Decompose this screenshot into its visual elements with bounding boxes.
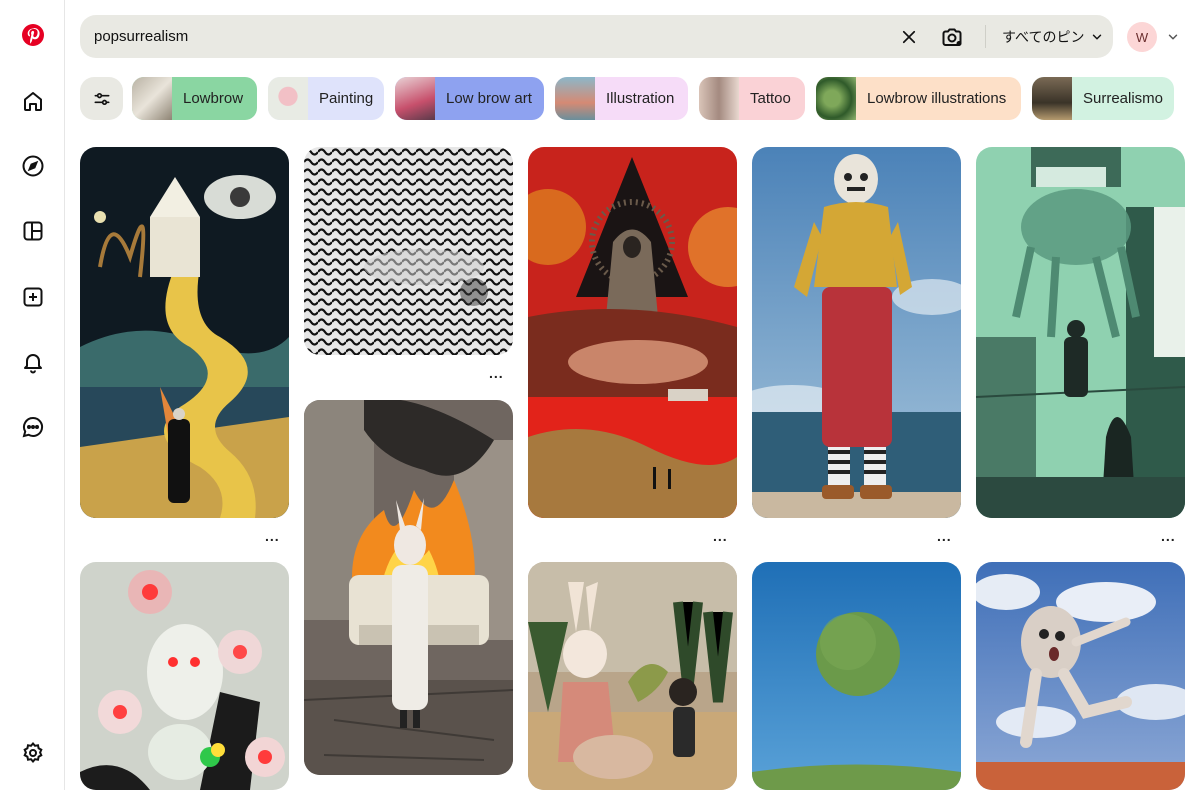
pin-image bbox=[528, 147, 737, 518]
sidebar bbox=[0, 0, 65, 790]
pin-card[interactable] bbox=[304, 147, 513, 355]
pin-filter-label: すべてのピン bbox=[1002, 28, 1085, 45]
camera-search-icon[interactable] bbox=[937, 22, 967, 52]
chip-illustration[interactable]: Illustration bbox=[555, 77, 688, 120]
create-icon[interactable] bbox=[16, 280, 50, 314]
pin-image bbox=[976, 562, 1185, 790]
settings-icon[interactable] bbox=[16, 736, 50, 770]
chevron-down-icon bbox=[1093, 34, 1102, 39]
pin-more-button[interactable]: ... bbox=[713, 528, 728, 544]
pin-more-button[interactable]: ... bbox=[265, 528, 280, 544]
chip-thumbnail bbox=[699, 77, 739, 120]
pin-card[interactable] bbox=[976, 147, 1185, 518]
filter-sliders-icon[interactable] bbox=[80, 77, 123, 120]
pin-card[interactable] bbox=[752, 562, 961, 790]
pin-image bbox=[80, 147, 289, 518]
chip-label: Lowbrow bbox=[183, 90, 244, 107]
messages-icon[interactable] bbox=[16, 410, 50, 444]
chip-thumbnail bbox=[816, 77, 856, 120]
pin-more-button[interactable]: ... bbox=[937, 528, 952, 544]
search-divider bbox=[985, 25, 986, 48]
pin-image bbox=[752, 562, 961, 790]
pin-image bbox=[80, 562, 289, 790]
pin-image bbox=[976, 147, 1185, 518]
chevron-down-icon[interactable] bbox=[1166, 30, 1180, 44]
chip-thumbnail bbox=[555, 77, 595, 120]
chip-label: Illustration bbox=[606, 90, 675, 107]
chip-thumbnail bbox=[1032, 77, 1072, 120]
chip-tattoo[interactable]: Tattoo bbox=[699, 77, 805, 120]
chip-lowbrow-illustrations[interactable]: Lowbrow illustrations bbox=[816, 77, 1021, 120]
chip-label: Surrealismo bbox=[1083, 90, 1164, 107]
pin-image bbox=[528, 562, 737, 790]
pin-image bbox=[304, 147, 513, 355]
chip-label: Lowbrow illustrations bbox=[867, 90, 1007, 107]
pinterest-logo-icon[interactable] bbox=[16, 18, 50, 52]
home-icon[interactable] bbox=[16, 84, 50, 118]
close-icon[interactable] bbox=[896, 24, 922, 50]
chip-low-brow-art[interactable]: Low brow art bbox=[395, 77, 544, 120]
pin-card[interactable] bbox=[528, 147, 737, 518]
pin-image bbox=[304, 400, 513, 775]
chip-label: Low brow art bbox=[446, 90, 532, 107]
bell-icon[interactable] bbox=[16, 345, 50, 379]
pin-image bbox=[752, 147, 961, 518]
pin-card[interactable] bbox=[304, 400, 513, 775]
avatar-initial: W bbox=[1135, 29, 1149, 45]
chip-surrealismo[interactable]: Surrealismo bbox=[1032, 77, 1174, 120]
compass-icon[interactable] bbox=[16, 149, 50, 183]
search-bar: すべてのピン bbox=[80, 15, 1113, 58]
pin-more-button[interactable]: ... bbox=[489, 365, 504, 381]
pin-filter-dropdown[interactable]: すべてのピン bbox=[1002, 15, 1104, 58]
chip-label: Painting bbox=[319, 90, 374, 107]
chip-label: Tattoo bbox=[750, 90, 791, 107]
pin-card[interactable] bbox=[80, 562, 289, 790]
chip-painting[interactable]: Painting bbox=[268, 77, 384, 120]
pin-card[interactable] bbox=[80, 147, 289, 518]
chip-thumbnail bbox=[395, 77, 435, 120]
pin-card[interactable] bbox=[528, 562, 737, 790]
boards-icon[interactable] bbox=[16, 214, 50, 248]
chip-thumbnail bbox=[268, 77, 308, 120]
pin-more-button[interactable]: ... bbox=[1161, 528, 1176, 544]
pin-card[interactable] bbox=[976, 562, 1185, 790]
chip-thumbnail bbox=[132, 77, 172, 120]
pin-card[interactable] bbox=[752, 147, 961, 518]
avatar[interactable]: W bbox=[1127, 22, 1157, 52]
search-input[interactable] bbox=[94, 15, 854, 58]
chip-lowbrow[interactable]: Lowbrow bbox=[132, 77, 257, 120]
